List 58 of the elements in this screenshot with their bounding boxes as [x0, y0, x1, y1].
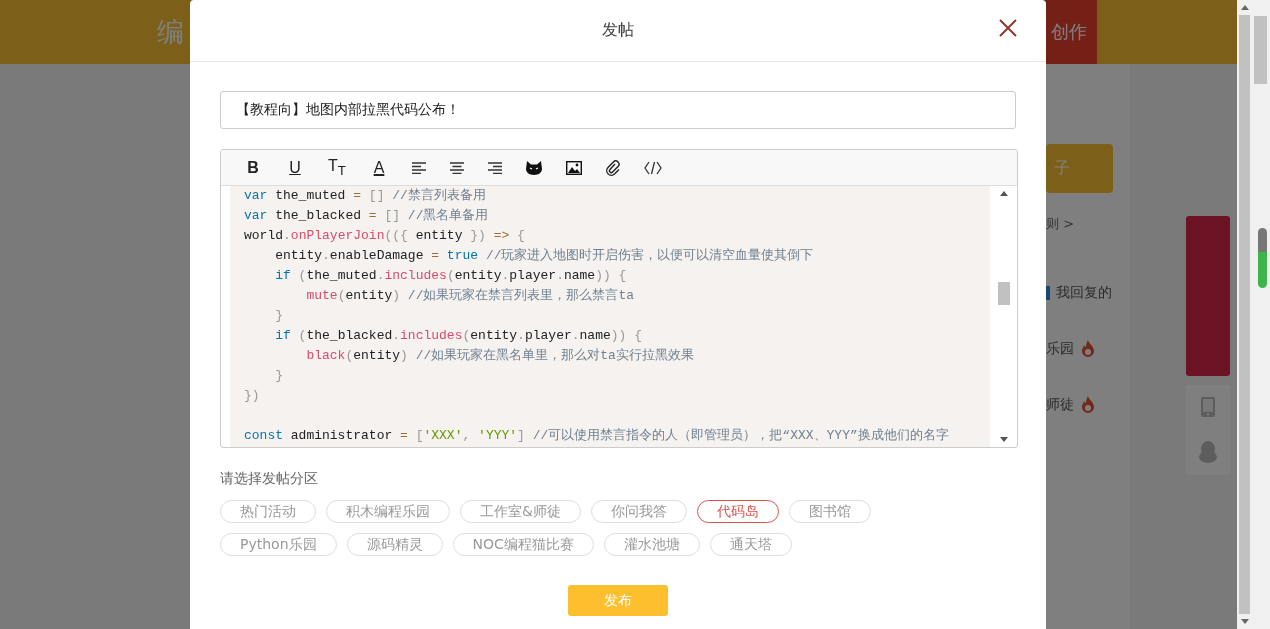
publish-button[interactable]: 发布: [568, 585, 668, 616]
code-line: black(entity) //如果玩家在黑名单里，那么对ta实行拉黑效果: [305, 347, 695, 365]
rules-link[interactable]: 则 >: [1046, 215, 1075, 233]
panel-item[interactable]: 乐园: [1046, 340, 1074, 358]
code-line: var the_muted = [] //禁言列表备用: [244, 187, 487, 205]
category-chip[interactable]: 代码岛: [696, 500, 779, 523]
title-input[interactable]: 【教程向】地图内部拉黑代码公布！: [220, 91, 1016, 129]
flame-icon: [1080, 340, 1096, 358]
align-left-icon[interactable]: [412, 161, 426, 174]
category-chip[interactable]: 积木编程乐园: [326, 500, 450, 523]
scroll-thumb[interactable]: [1239, 15, 1250, 614]
format-button[interactable]: B: [244, 158, 262, 177]
category-chip[interactable]: 通天塔: [709, 533, 792, 556]
category-chip[interactable]: 工作室&师徒: [460, 500, 581, 523]
scroll-up-icon[interactable]: [999, 191, 1008, 196]
paperclip-icon[interactable]: [606, 159, 620, 176]
cat-icon[interactable]: [526, 160, 542, 175]
format-button[interactable]: T$_{T}$: [328, 156, 346, 179]
marker-bar: [1046, 286, 1050, 300]
code-line: entity.enableDamage = true //玩家进入地图时开启伤害，以便可以清空血量使其倒下: [274, 247, 815, 265]
scroll-thumb[interactable]: [997, 282, 1010, 305]
format-button[interactable]: U: [286, 158, 304, 177]
category-chip[interactable]: Python乐园: [220, 533, 337, 556]
section-label: 请选择发帖分区: [220, 470, 319, 488]
dialog-title: 发帖: [602, 20, 634, 41]
scroll-down-icon[interactable]: [999, 437, 1008, 442]
code-line: }: [274, 367, 284, 385]
gauge-icon: [1258, 228, 1267, 288]
scroll-up-icon[interactable]: [1240, 5, 1249, 10]
page-scrollbar[interactable]: [1237, 0, 1252, 629]
code-line: var the_blacked = [] //黑名单备用: [244, 207, 490, 225]
panel-item[interactable]: 师徒: [1046, 396, 1074, 414]
code-line: const administrator = ['XXX', 'YYY'] //可以使用禁言指令的人（即管理员），把“XXX、YYY”换成他们的名字: [244, 427, 950, 445]
code-line: }: [274, 307, 284, 325]
flame-icon: [1080, 396, 1096, 414]
strip-scroll-thumb[interactable]: [1254, 16, 1267, 84]
scroll-down-icon[interactable]: [1240, 619, 1249, 624]
category-chip[interactable]: 源码精灵: [346, 533, 443, 556]
align-right-icon[interactable]: [488, 161, 502, 174]
category-chip[interactable]: 图书馆: [788, 500, 871, 523]
code-line: if (the_blacked.includes(entity.player.name)) {: [274, 327, 643, 345]
category-chip[interactable]: 你问我答: [590, 500, 687, 523]
format-button[interactable]: A: [370, 158, 388, 177]
code-line: }): [244, 387, 261, 405]
code-line: if (the_muted.includes(entity.player.name)) {: [274, 267, 628, 285]
code-line: world.onPlayerJoin(({ entity }) => {: [244, 227, 526, 245]
category-chip[interactable]: 热门活动: [220, 500, 316, 523]
category-chip[interactable]: 灌水池塘: [603, 533, 700, 556]
category-chip[interactable]: NOC编程猫比赛: [452, 533, 594, 556]
code-icon[interactable]: [644, 160, 662, 175]
code-line: mute(entity) //如果玩家在禁言列表里，那么禁言ta: [305, 287, 636, 305]
close-icon[interactable]: [999, 19, 1017, 37]
align-center-icon[interactable]: [450, 161, 464, 174]
code-area[interactable]: [230, 186, 990, 447]
post-button[interactable]: 子: [1046, 144, 1113, 193]
panel-item[interactable]: 我回复的: [1056, 284, 1112, 302]
logo-text: 编: [157, 15, 184, 49]
image-icon[interactable]: [566, 160, 582, 175]
